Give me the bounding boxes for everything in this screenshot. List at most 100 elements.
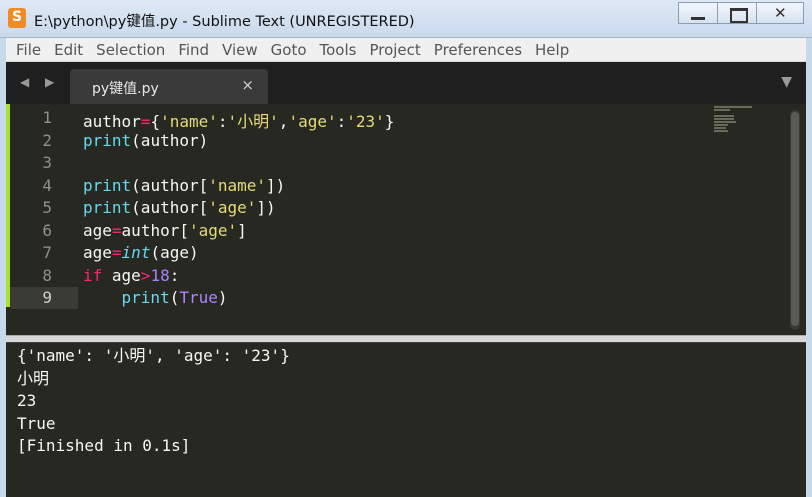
menu-view[interactable]: View bbox=[222, 41, 258, 59]
code-token: author bbox=[83, 112, 141, 131]
line-number: 1 bbox=[42, 108, 52, 127]
code-line[interactable]: 1 author={'name':'小明','age':'23'} bbox=[6, 107, 796, 132]
code-token: 'name' bbox=[208, 175, 267, 195]
line-number: 8 bbox=[42, 265, 52, 285]
menu-find[interactable]: Find bbox=[178, 41, 209, 59]
line-number: 6 bbox=[42, 220, 52, 240]
code-token: (author[ bbox=[131, 175, 209, 195]
code-text: print(True) bbox=[83, 288, 228, 307]
code-token: > bbox=[140, 265, 151, 285]
output-line: {'name': '小明', 'age': '23'} bbox=[17, 346, 290, 365]
code-token: if bbox=[83, 265, 103, 285]
code-token: age bbox=[83, 220, 112, 240]
code-token: ( bbox=[169, 288, 180, 307]
menu-selection[interactable]: Selection bbox=[96, 41, 165, 59]
code-editor[interactable]: 1 author={'name':'小明','age':'23'} 2 print(a… bbox=[6, 104, 806, 335]
menu-project[interactable]: Project bbox=[369, 41, 420, 59]
code-token: = bbox=[111, 220, 122, 240]
editor-scrollbar[interactable] bbox=[790, 110, 800, 330]
output-finished-line: [Finished in 0.1s] bbox=[17, 436, 191, 455]
menu-file[interactable]: File bbox=[16, 41, 41, 59]
code-line[interactable]: 5 print(author['age']) bbox=[6, 197, 796, 219]
sublime-app-icon bbox=[8, 8, 26, 28]
line-number: 5 bbox=[42, 198, 52, 217]
code-token: '小明' bbox=[227, 112, 279, 131]
code-token: int bbox=[121, 243, 151, 262]
build-output-panel: {'name': '小明', 'age': '23'} 小明 23 True [… bbox=[6, 343, 806, 497]
minimap[interactable] bbox=[714, 106, 754, 132]
code-line[interactable]: 7 age=int(age) bbox=[6, 242, 796, 264]
output-line: True bbox=[17, 413, 56, 433]
code-token: 'name' bbox=[160, 112, 218, 131]
line-number: 2 bbox=[42, 130, 52, 150]
code-token: { bbox=[150, 112, 161, 131]
code-token: author[ bbox=[121, 220, 189, 240]
code-token: = bbox=[111, 243, 122, 262]
window-frame-right bbox=[806, 38, 812, 497]
menu-tools[interactable]: Tools bbox=[320, 41, 357, 59]
code-token: ] bbox=[237, 220, 247, 240]
line-number: 7 bbox=[42, 243, 52, 262]
minimize-button[interactable] bbox=[678, 2, 718, 24]
line-number: 4 bbox=[42, 175, 52, 195]
code-token: : bbox=[169, 265, 180, 285]
code-line[interactable]: 9 print(True) bbox=[6, 287, 796, 309]
code-token: (author[ bbox=[131, 198, 209, 217]
code-token: ]) bbox=[266, 175, 286, 195]
menu-help[interactable]: Help bbox=[535, 41, 569, 59]
code-line[interactable]: 2 print(author) bbox=[6, 130, 796, 152]
line-number: 3 bbox=[42, 153, 52, 172]
tab-bar: ◀ ▶ py键值.py × ▼ bbox=[6, 62, 806, 104]
code-token: True bbox=[179, 288, 218, 307]
code-token: print bbox=[83, 175, 132, 195]
code-token: (age) bbox=[150, 243, 199, 262]
code-text: age=int(age) bbox=[83, 243, 199, 262]
tab-dropdown-icon[interactable]: ▼ bbox=[781, 74, 792, 90]
tab-nav-arrows-icon[interactable]: ◀ ▶ bbox=[20, 75, 60, 89]
window-titlebar: E:\python\py键值.py - Sublime Text (UNREGI… bbox=[0, 0, 812, 38]
code-text: print(author) bbox=[83, 131, 208, 150]
code-token: age bbox=[83, 243, 112, 262]
code-text: print(author['name']) bbox=[83, 176, 285, 195]
code-text: if age>18: bbox=[83, 266, 179, 285]
code-token: : bbox=[336, 112, 347, 131]
panel-splitter[interactable] bbox=[6, 335, 806, 343]
tab-label: py键值.py bbox=[92, 81, 159, 97]
code-line[interactable]: 8 if age>18: bbox=[6, 265, 796, 287]
code-token: print bbox=[83, 198, 132, 217]
code-text: author={'name':'小明','age':'23'} bbox=[83, 108, 394, 132]
code-token: } bbox=[384, 112, 395, 131]
code-token: = bbox=[140, 112, 151, 131]
close-window-button[interactable] bbox=[756, 2, 804, 24]
menu-bar: File Edit Selection Find View Goto Tools… bbox=[6, 38, 806, 62]
code-token: print bbox=[83, 130, 132, 150]
code-token: 18 bbox=[150, 265, 170, 285]
output-line: 小明 bbox=[17, 368, 50, 388]
code-token: 'age' bbox=[288, 112, 337, 131]
window-title: E:\python\py键值.py - Sublime Text (UNREGI… bbox=[34, 14, 415, 30]
code-line[interactable]: 3 bbox=[6, 152, 796, 174]
menu-preferences[interactable]: Preferences bbox=[434, 41, 522, 59]
menu-goto[interactable]: Goto bbox=[271, 41, 307, 59]
line-number: 9 bbox=[42, 288, 52, 307]
code-token: ]) bbox=[256, 198, 276, 217]
code-token: ) bbox=[217, 288, 228, 307]
code-token: '23' bbox=[346, 112, 385, 131]
code-text: age=author['age'] bbox=[83, 221, 247, 240]
menu-edit[interactable]: Edit bbox=[54, 41, 83, 59]
code-token: (author) bbox=[131, 130, 209, 150]
maximize-button[interactable] bbox=[717, 2, 757, 24]
code-text: print(author['age']) bbox=[83, 198, 276, 217]
code-token: 'age' bbox=[188, 220, 238, 240]
window-controls bbox=[678, 2, 804, 24]
code-line[interactable]: 4 print(author['name']) bbox=[6, 175, 796, 197]
editor-scrollbar-thumb[interactable] bbox=[791, 112, 799, 326]
code-line[interactable]: 6 age=author['age'] bbox=[6, 220, 796, 242]
tab-py-keyvalue[interactable]: py键值.py × bbox=[70, 69, 268, 104]
tab-close-icon[interactable]: × bbox=[241, 76, 254, 94]
code-token: age bbox=[102, 265, 141, 285]
code-token: 'age' bbox=[208, 198, 257, 217]
output-line: 23 bbox=[17, 391, 37, 410]
code-token: , bbox=[278, 112, 289, 131]
